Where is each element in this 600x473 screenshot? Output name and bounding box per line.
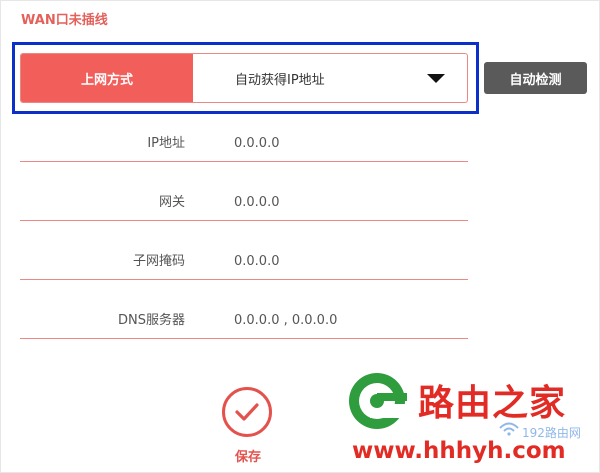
watermark-url: www.hhhyh.com — [352, 438, 566, 464]
field-row-gateway: 网关 0.0.0.0 — [20, 184, 468, 221]
gateway-value: 0.0.0.0 — [234, 195, 280, 210]
auto-detect-button[interactable]: 自动检测 — [484, 62, 587, 94]
subnet-label: 子网掩码 — [132, 254, 185, 269]
subnet-value: 0.0.0.0 — [234, 254, 280, 269]
dns-label: DNS服务器 — [118, 313, 185, 328]
wan-status-title: WAN口未插线 — [21, 13, 108, 28]
dropdown-caret-icon[interactable] — [427, 74, 445, 83]
wifi-badge-icon — [499, 422, 519, 436]
field-row-dns: DNS服务器 0.0.0.0 , 0.0.0.0 — [20, 302, 468, 339]
field-row-ip: IP地址 0.0.0.0 — [20, 125, 468, 162]
gateway-label: 网关 — [158, 195, 185, 210]
watermark-logo-icon — [349, 373, 410, 429]
connection-type-row: 上网方式 自动获得IP地址 — [20, 53, 468, 103]
checkmark-icon — [235, 403, 259, 421]
ip-label: IP地址 — [147, 136, 185, 151]
save-label[interactable]: 保存 — [235, 446, 261, 465]
save-button[interactable] — [222, 387, 272, 437]
ip-value: 0.0.0.0 — [234, 136, 280, 151]
watermark-title: 路由之家 — [418, 383, 567, 424]
connection-type-value: 自动获得IP地址 — [235, 72, 325, 88]
field-row-subnet: 子网掩码 0.0.0.0 — [20, 243, 468, 280]
connection-type-select[interactable]: 自动获得IP地址 — [193, 54, 467, 102]
connection-type-label: 上网方式 — [21, 54, 193, 102]
dns-value: 0.0.0.0 , 0.0.0.0 — [234, 313, 338, 328]
